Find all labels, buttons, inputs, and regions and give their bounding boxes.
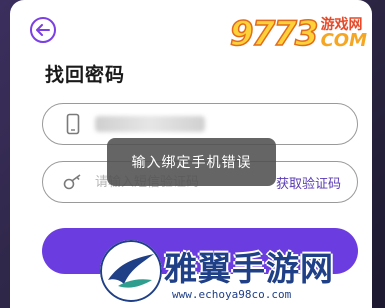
- watermark-com: COM: [320, 30, 367, 51]
- bottom-watermark: 雅翼手游网 www.echoya98co.com: [100, 232, 380, 308]
- watermark-text-group: 游戏网 COM: [321, 18, 367, 50]
- phone-icon: [63, 113, 83, 135]
- key-icon: [63, 173, 83, 191]
- watermark-site-name: 雅翼手游网: [164, 249, 334, 288]
- back-button[interactable]: [30, 17, 56, 43]
- site-watermark-logo: 9773 游戏网 COM: [229, 13, 367, 55]
- page-title: 找回密码: [45, 64, 126, 86]
- phone-value-redacted: [95, 116, 205, 132]
- watermark-url: www.echoya98co.com: [172, 288, 292, 301]
- arrow-left-icon: [36, 24, 50, 36]
- watermark-digits: 9773: [229, 13, 319, 55]
- app-background: 找回密码 获取验证码 9773: [0, 0, 385, 308]
- bird-logo-icon: [100, 240, 162, 302]
- error-toast: 输入绑定手机错误: [107, 138, 276, 186]
- get-code-button[interactable]: 获取验证码: [276, 173, 341, 192]
